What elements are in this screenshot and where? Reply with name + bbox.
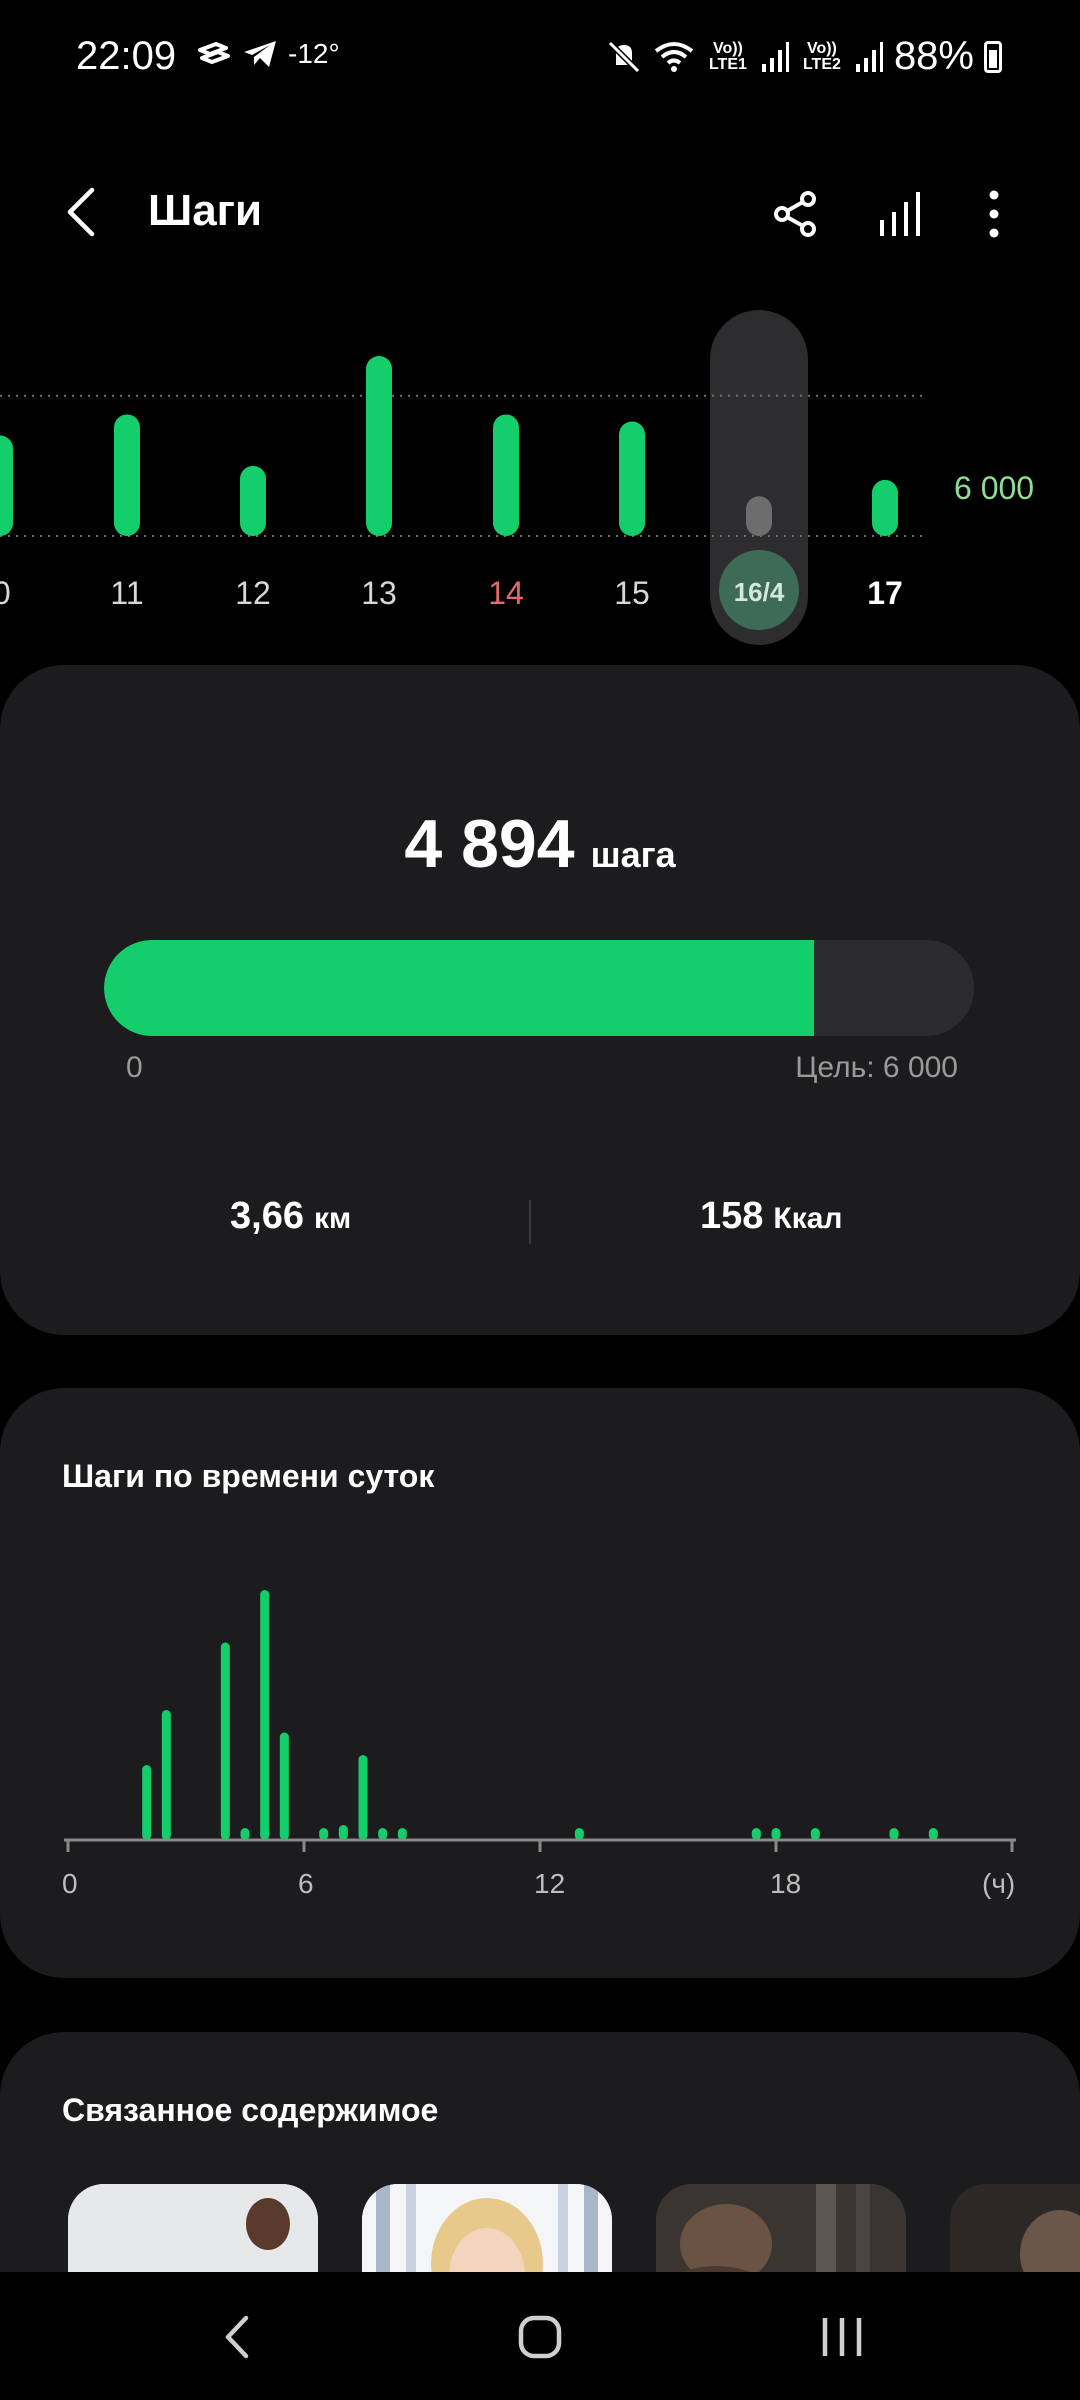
hour-bar — [338, 1825, 348, 1840]
nav-back-button[interactable] — [198, 2302, 278, 2372]
hour-bar — [810, 1828, 820, 1840]
hour-bar — [220, 1642, 230, 1840]
hourly-tick-label: (ч) — [982, 1868, 1016, 1899]
hour-bar — [574, 1828, 584, 1840]
hour-bar — [889, 1828, 899, 1840]
nav-home-button[interactable] — [500, 2302, 580, 2372]
hour-bar — [378, 1828, 388, 1840]
hour-bar — [240, 1828, 250, 1840]
hour-bar — [358, 1755, 368, 1840]
nav-recents-button[interactable] — [802, 2302, 882, 2372]
hourly-tick-label: 12 — [534, 1868, 566, 1899]
hour-bar — [260, 1590, 270, 1840]
hour-bar — [279, 1732, 289, 1840]
hourly-tick-label: 0 — [62, 1868, 78, 1899]
hour-bar — [771, 1828, 781, 1840]
nav-back-icon — [225, 2315, 249, 2359]
hour-bar — [161, 1710, 171, 1840]
hour-bar — [751, 1828, 761, 1840]
nav-recents-icon — [822, 2318, 862, 2356]
hourly-steps-chart — [64, 1590, 1016, 1852]
hourly-tick-label: 18 — [770, 1868, 802, 1899]
system-navigation-bar — [0, 2272, 1080, 2400]
hourly-tick-label: 6 — [298, 1868, 314, 1899]
hour-bar — [142, 1765, 152, 1840]
hour-bar — [319, 1828, 329, 1840]
hour-bar — [397, 1828, 407, 1840]
related-heading: Связанное содержимое — [62, 2092, 439, 2128]
hour-bar — [928, 1828, 938, 1840]
nav-home-icon — [518, 2315, 562, 2359]
